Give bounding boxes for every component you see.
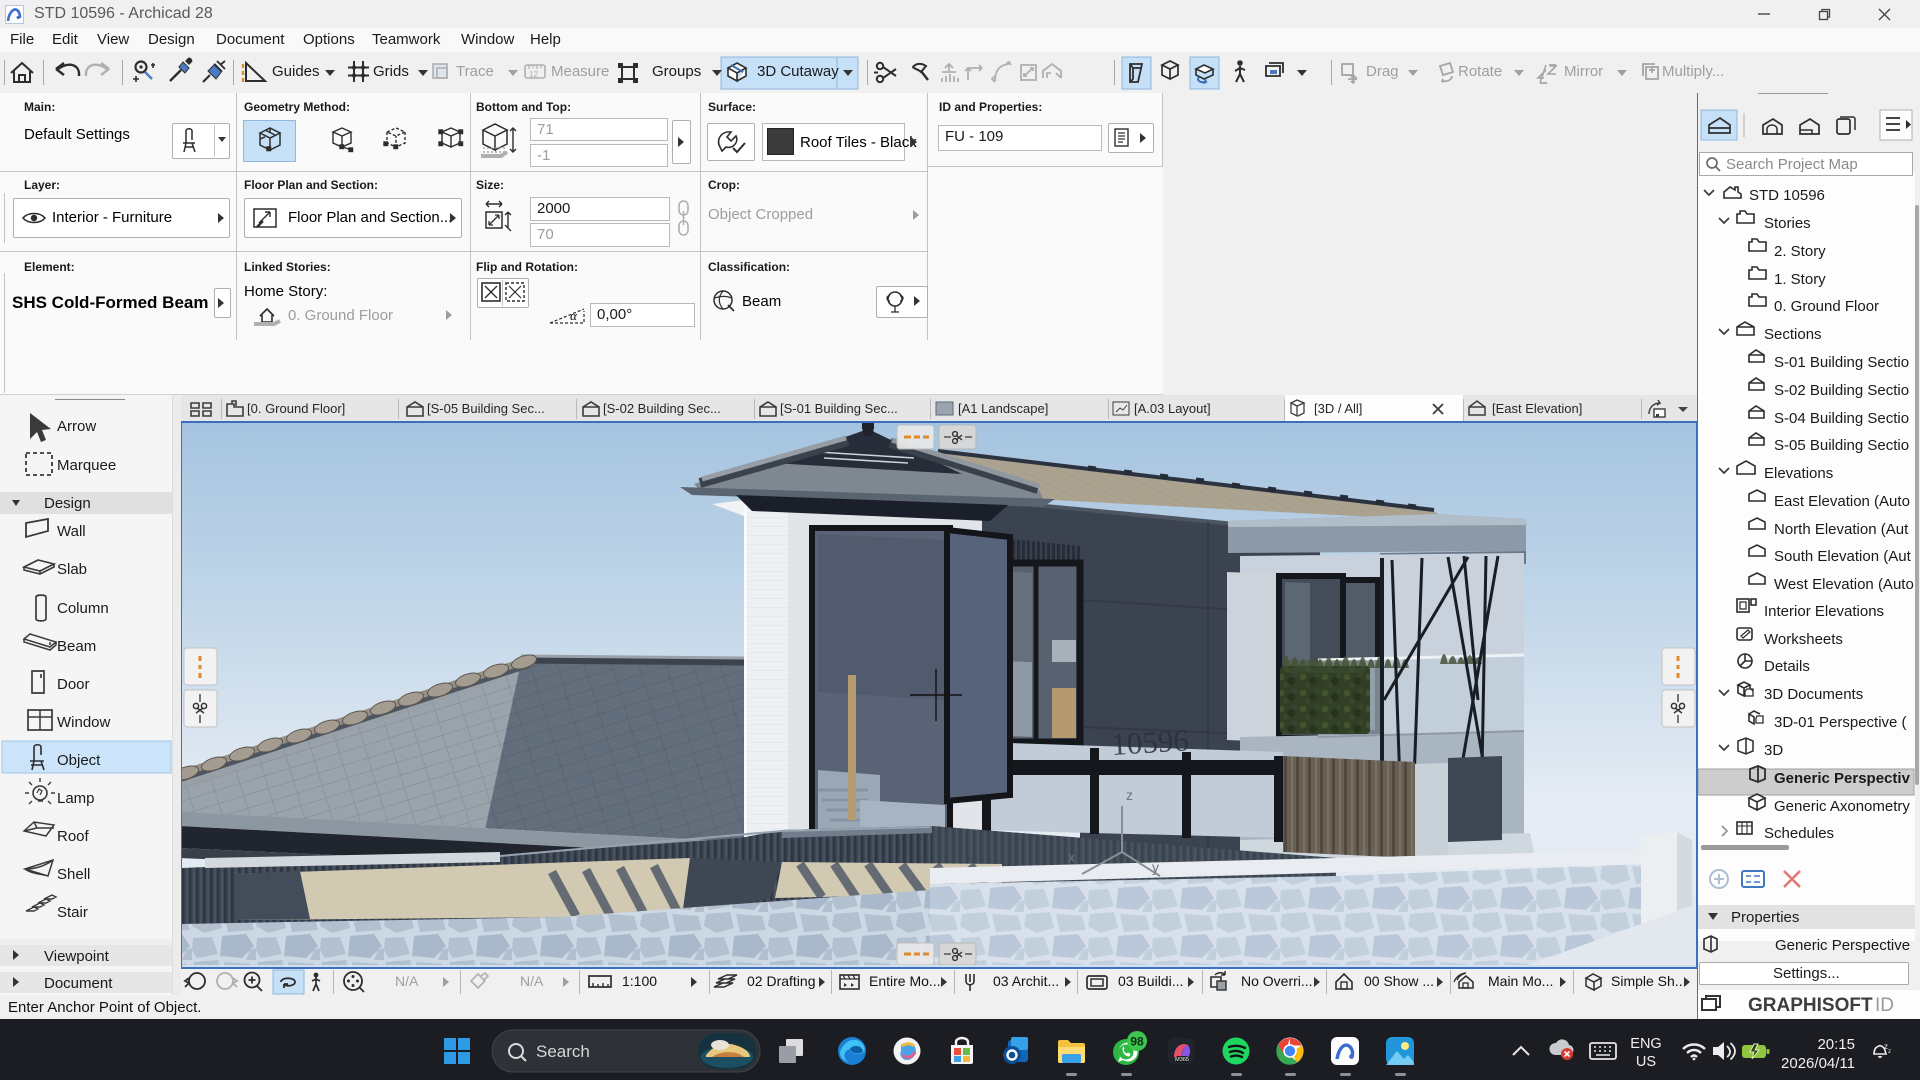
- svg-text:03 Archit...: 03 Archit...: [993, 973, 1059, 989]
- svg-text:03 Buildi...: 03 Buildi...: [1118, 973, 1183, 989]
- svg-text:No Overri...: No Overri...: [1241, 973, 1313, 989]
- svg-text:Column: Column: [57, 600, 109, 617]
- svg-text:M365: M365: [1175, 1057, 1189, 1063]
- svg-text:East Elevation (Auto: East Elevation (Auto: [1774, 493, 1910, 510]
- svg-text:N/A: N/A: [520, 973, 544, 989]
- svg-text:[East Elevation]: [East Elevation]: [1492, 401, 1582, 416]
- svg-text:STD 10596: STD 10596: [1749, 187, 1825, 204]
- svg-text:Simple Sh...: Simple Sh...: [1611, 973, 1686, 989]
- svg-text:Main Mo...: Main Mo...: [1488, 973, 1553, 989]
- svg-text:S-01 Building Sectio: S-01 Building Sectio: [1774, 354, 1909, 371]
- svg-text:South Elevation (Aut: South Elevation (Aut: [1774, 548, 1912, 565]
- svg-text:02 Drafting: 02 Drafting: [747, 973, 815, 989]
- svg-text:3D: 3D: [1764, 742, 1783, 759]
- svg-text:US: US: [1636, 1054, 1656, 1070]
- svg-text:Shell: Shell: [57, 866, 90, 883]
- svg-text:Entire Mo...: Entire Mo...: [869, 973, 941, 989]
- svg-text:[A.03 Layout]: [A.03 Layout]: [1134, 401, 1211, 416]
- svg-text:Interior Elevations: Interior Elevations: [1764, 603, 1884, 620]
- svg-text:[A1 Landscape]: [A1 Landscape]: [958, 401, 1048, 416]
- svg-text:[0. Ground Floor]: [0. Ground Floor]: [247, 401, 345, 416]
- svg-text:Beam: Beam: [57, 638, 96, 655]
- svg-text:Design: Design: [44, 495, 91, 512]
- svg-text:West Elevation (Auto: West Elevation (Auto: [1774, 576, 1914, 593]
- svg-text:z: z: [1126, 787, 1133, 803]
- svg-text:[S-02 Building Sec...: [S-02 Building Sec...: [603, 401, 721, 416]
- svg-text:ID: ID: [1875, 995, 1894, 1016]
- svg-text:2026/04/11: 2026/04/11: [1781, 1055, 1855, 1072]
- svg-text:Details: Details: [1764, 658, 1810, 675]
- svg-text:GRAPHISOFT: GRAPHISOFT: [1748, 995, 1873, 1016]
- svg-text:98: 98: [1130, 1035, 1144, 1049]
- svg-text:3D Documents: 3D Documents: [1764, 686, 1863, 703]
- svg-text:Generic Perspective: Generic Perspective: [1775, 937, 1910, 954]
- svg-text:S-05 Building Sectio: S-05 Building Sectio: [1774, 437, 1909, 454]
- svg-text:Generic Axonometry: Generic Axonometry: [1774, 798, 1910, 815]
- svg-text:Search Project Map: Search Project Map: [1726, 156, 1858, 173]
- svg-text:20:15: 20:15: [1817, 1036, 1855, 1053]
- svg-text:10596: 10596: [1110, 722, 1189, 762]
- svg-text:Object: Object: [57, 752, 101, 769]
- svg-text:y: y: [1152, 859, 1159, 875]
- svg-text:Lamp: Lamp: [57, 790, 95, 807]
- svg-text:12: 12: [529, 70, 538, 79]
- svg-text:Marquee: Marquee: [57, 457, 116, 474]
- svg-text:2. Story: 2. Story: [1774, 243, 1826, 260]
- svg-text:1:100: 1:100: [622, 973, 657, 989]
- svg-text:1. Story: 1. Story: [1774, 271, 1826, 288]
- svg-text:Viewpoint: Viewpoint: [44, 948, 110, 965]
- svg-text:Arrow: Arrow: [57, 418, 96, 435]
- svg-text:Door: Door: [57, 676, 90, 693]
- svg-text:Stair: Stair: [57, 904, 88, 921]
- svg-text:z: z: [1888, 1049, 1891, 1055]
- svg-text:S-04 Building Sectio: S-04 Building Sectio: [1774, 410, 1909, 427]
- svg-text:[S-01 Building Sec...: [S-01 Building Sec...: [780, 401, 898, 416]
- svg-text:[S-05 Building Sec...: [S-05 Building Sec...: [427, 401, 545, 416]
- svg-text:Roof: Roof: [57, 828, 90, 845]
- svg-text:0. Ground Floor: 0. Ground Floor: [1774, 298, 1879, 315]
- svg-text:Properties: Properties: [1731, 909, 1799, 926]
- svg-text:Slab: Slab: [57, 561, 87, 578]
- svg-text:Document: Document: [44, 975, 113, 992]
- svg-text:Elevations: Elevations: [1764, 465, 1833, 482]
- svg-text:Stories: Stories: [1764, 215, 1811, 232]
- svg-text:Search: Search: [536, 1042, 590, 1061]
- svg-text:North Elevation (Aut: North Elevation (Aut: [1774, 521, 1909, 538]
- svg-text:00 Show ...: 00 Show ...: [1364, 973, 1434, 989]
- svg-text:Window: Window: [57, 714, 111, 731]
- svg-text:Wall: Wall: [57, 523, 86, 540]
- svg-text:ENG: ENG: [1630, 1036, 1661, 1052]
- svg-text:[3D / All]: [3D / All]: [1314, 401, 1362, 416]
- svg-text:α: α: [570, 308, 578, 323]
- svg-text:Settings...: Settings...: [1773, 965, 1840, 982]
- svg-text:Worksheets: Worksheets: [1764, 631, 1843, 648]
- svg-text:S-02 Building Sectio: S-02 Building Sectio: [1774, 382, 1909, 399]
- svg-text:N/A: N/A: [395, 973, 419, 989]
- svg-text:Schedules: Schedules: [1764, 825, 1834, 842]
- svg-text:Generic Perspectiv: Generic Perspectiv: [1774, 770, 1911, 787]
- svg-text:Sections: Sections: [1764, 326, 1822, 343]
- svg-text:x: x: [1068, 849, 1075, 865]
- svg-text:3D-01 Perspective (: 3D-01 Perspective (: [1774, 714, 1907, 731]
